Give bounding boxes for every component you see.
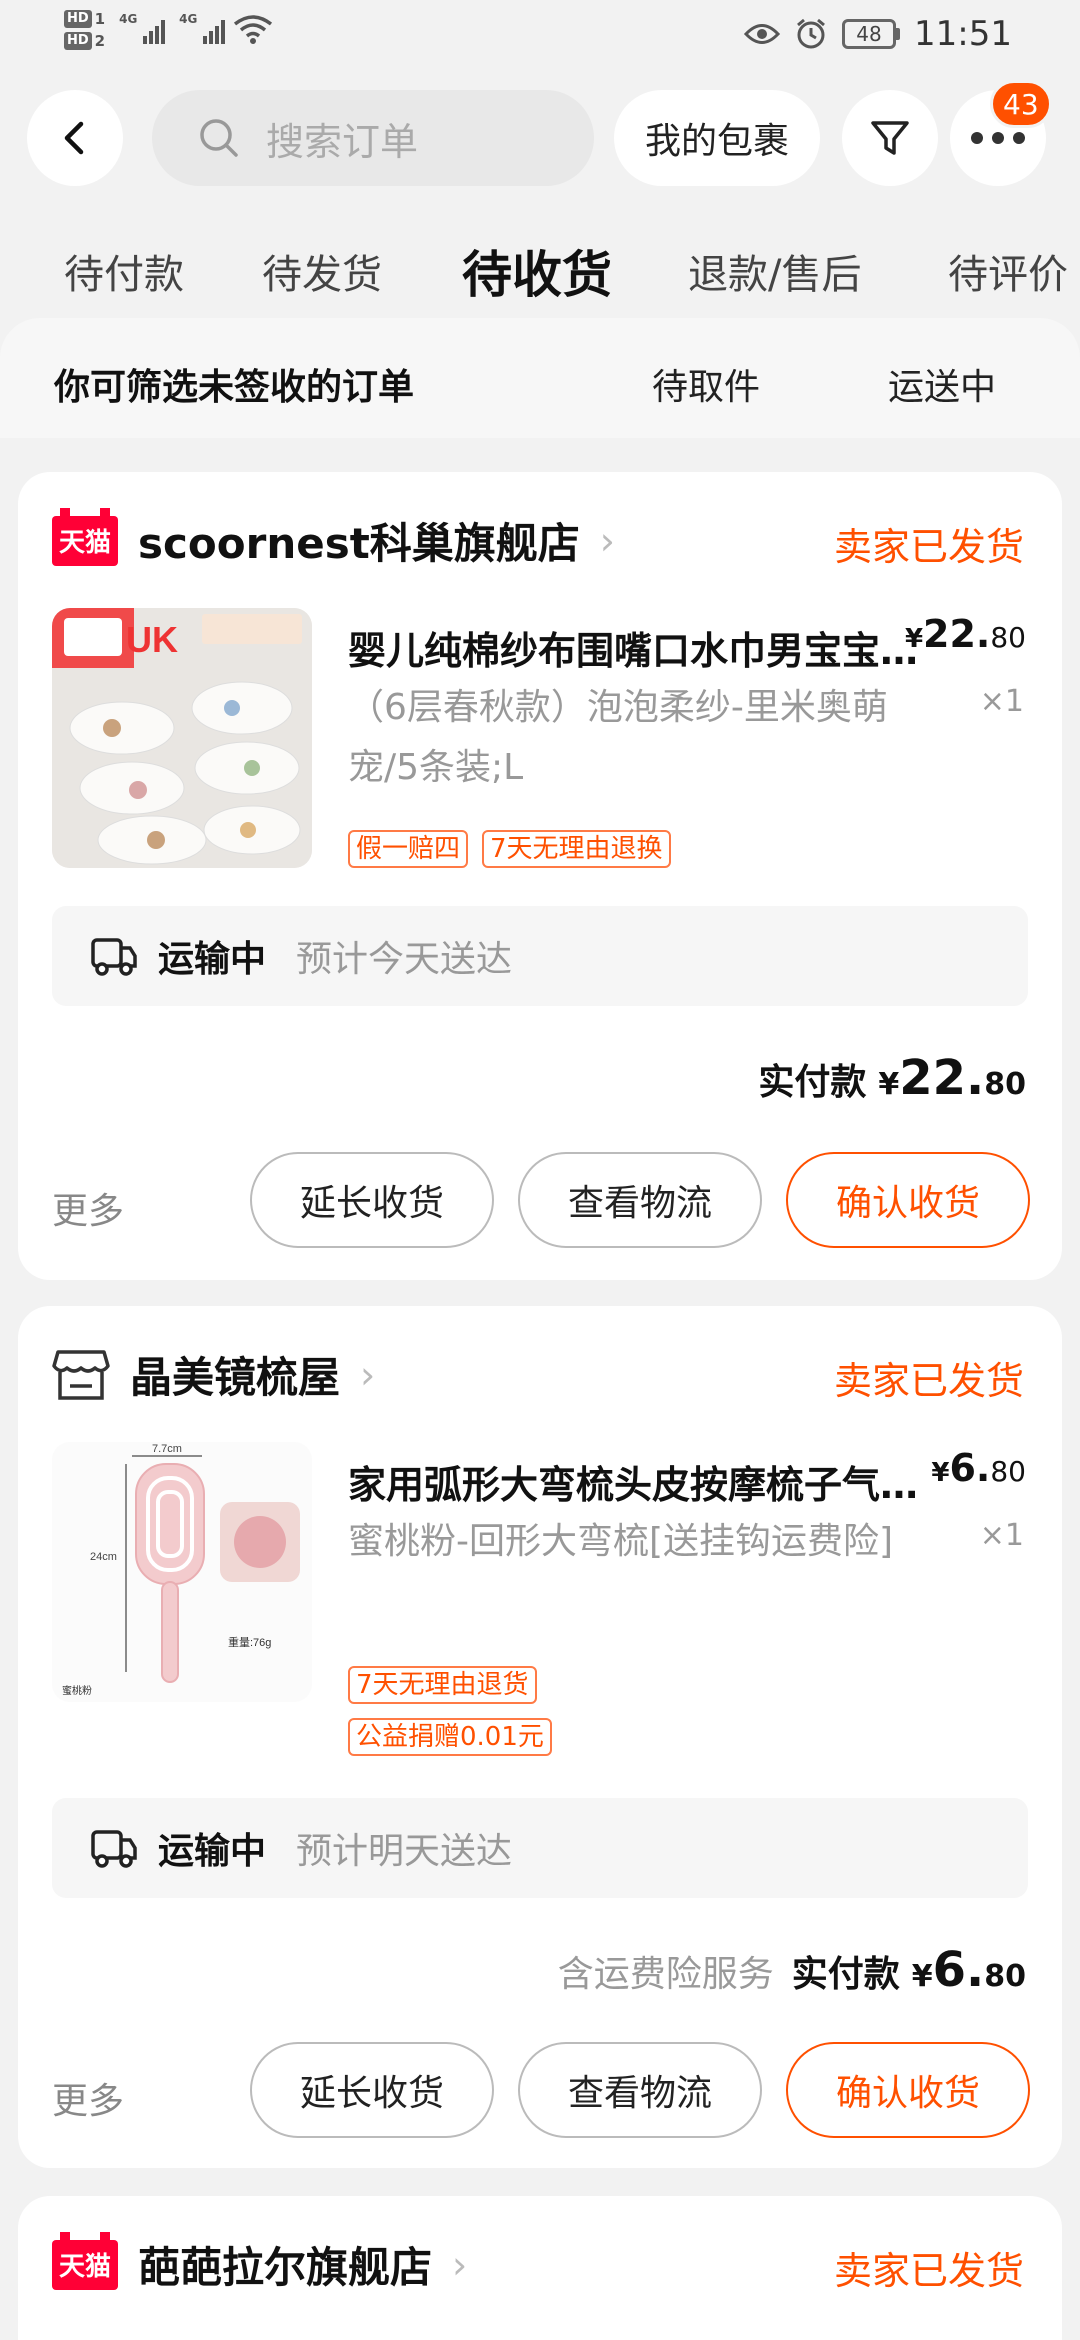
comb-product-image: 7.7cm 24cm 重量:76g 蜜桃粉 <box>52 1442 312 1702</box>
more-actions-link[interactable]: 更多 <box>52 2072 124 2124</box>
filter-chip-pickup[interactable]: 待取件 <box>652 358 760 410</box>
tab-pending-shipment[interactable]: 待发货 <box>262 240 382 310</box>
filter-button[interactable] <box>842 90 938 186</box>
battery-icon: 48 <box>842 19 901 49</box>
svg-text:24cm: 24cm <box>90 1551 117 1563</box>
order-card: 天猫 scoornest科巢旗舰店 › 卖家已发货 UK 婴儿纯棉纱布围嘴口水巾… <box>18 472 1062 1280</box>
quantity: ×1 <box>979 1518 1024 1553</box>
back-arrow-icon <box>64 121 84 155</box>
paid-amount: 含运费险服务 实付款 ¥6.80 <box>557 1942 1026 1998</box>
shop-header[interactable]: 天猫 葩葩拉尔旗舰店 › <box>52 2231 468 2295</box>
my-packages-button[interactable]: 我的包裹 <box>614 90 820 186</box>
chevron-right-icon: › <box>452 2242 468 2287</box>
chevron-right-icon: › <box>360 1352 376 1397</box>
paid-amount: 实付款 ¥22.80 <box>758 1050 1026 1106</box>
tab-refund-aftersale[interactable]: 退款/售后 <box>688 240 861 310</box>
order-card: 天猫 葩葩拉尔旗舰店 › 卖家已发货 <box>18 2196 1062 2340</box>
unit-price: ¥22.80 <box>904 612 1026 656</box>
order-tabs: 待付款 待发货 待收货 退款/售后 待评价 <box>0 240 1080 310</box>
svg-text:UK: UK <box>126 619 178 660</box>
shop-name: 葩葩拉尔旗舰店 <box>138 2243 433 2292</box>
back-button[interactable] <box>27 90 123 186</box>
alarm-icon <box>797 18 825 49</box>
store-icon <box>52 1349 110 1400</box>
hd1-indicator: HD 1 <box>64 10 105 28</box>
eye-icon <box>744 24 781 44</box>
filter-chip-in-transit[interactable]: 运送中 <box>888 358 996 410</box>
service-tag: 7天无理由退换 <box>482 830 671 868</box>
bib-product-image: UK <box>52 608 312 868</box>
extend-receipt-button[interactable]: 延长收货 <box>250 2042 494 2138</box>
product-title[interactable]: 婴儿纯棉纱布围嘴口水巾男宝宝女宝宝 <box>348 620 938 675</box>
order-status: 卖家已发货 <box>833 525 1024 569</box>
filter-panel: 你可筛选未签收的订单 待取件 运送中 <box>0 318 1080 438</box>
shop-header[interactable]: 晶美镜梳屋 › <box>52 1344 375 1405</box>
logistics-status: 运输中 <box>158 939 267 980</box>
filter-icon <box>871 121 909 155</box>
svg-text:7.7cm: 7.7cm <box>152 1443 182 1455</box>
logistics-status: 运输中 <box>158 1831 267 1872</box>
tab-pending-review[interactable]: 待评价 <box>948 240 1068 310</box>
logistics-eta: 预计今天送达 <box>296 939 513 980</box>
clock: 11:51 <box>914 14 1012 54</box>
product-spec: （6层春秋款）泡泡柔纱-里米奥萌宠/5条装;L <box>348 687 888 788</box>
tab-pending-payment[interactable]: 待付款 <box>64 240 184 310</box>
more-actions-link[interactable]: 更多 <box>52 1182 124 1234</box>
wifi-icon <box>234 15 273 44</box>
order-status: 卖家已发货 <box>833 1359 1024 1403</box>
tmall-logo-icon: 天猫 <box>52 507 118 566</box>
signal-icon-1: 4G <box>119 12 166 44</box>
logistics-eta: 预计明天送达 <box>296 1831 513 1872</box>
quantity: ×1 <box>979 684 1024 719</box>
logistics-bar[interactable]: 运输中 预计今天送达 <box>52 906 1028 1006</box>
unit-price: ¥6.80 <box>931 1446 1026 1490</box>
search-input[interactable]: 搜索订单 <box>152 90 594 186</box>
svg-text:蜜桃粉: 蜜桃粉 <box>62 1684 92 1697</box>
delivery-truck-icon <box>91 938 137 976</box>
product-thumbnail[interactable]: 7.7cm 24cm 重量:76g 蜜桃粉 <box>52 1442 312 1702</box>
tmall-logo-icon: 天猫 <box>52 2231 118 2290</box>
shop-name: 晶美镜梳屋 <box>130 1353 341 1402</box>
search-placeholder: 搜索订单 <box>266 119 419 164</box>
confirm-receipt-button[interactable]: 确认收货 <box>786 1152 1030 1248</box>
order-card: 晶美镜梳屋 › 卖家已发货 7.7cm 24cm 重量:76g 蜜桃粉 家用弧形… <box>18 1306 1062 2168</box>
chevron-right-icon: › <box>599 518 615 563</box>
confirm-receipt-button[interactable]: 确认收货 <box>786 2042 1030 2138</box>
filter-title: 你可筛选未签收的订单 <box>54 367 415 408</box>
status-right: 48 11:51 <box>744 14 1012 54</box>
message-badge: 43 <box>990 80 1052 128</box>
service-tags: 7天无理由退货 公益捐赠0.01元 <box>348 1666 552 1756</box>
more-dot-icon <box>1013 132 1025 144</box>
header: 搜索订单 我的包裹 <box>0 90 1080 186</box>
delivery-truck-icon <box>91 1830 137 1868</box>
product-title[interactable]: 家用弧形大弯梳头皮按摩梳子气囊梳 <box>348 1454 938 1509</box>
view-logistics-button[interactable]: 查看物流 <box>518 1152 762 1248</box>
more-dot-icon <box>992 132 1004 144</box>
product-thumbnail[interactable]: UK <box>52 608 312 868</box>
search-icon <box>200 119 238 157</box>
more-dot-icon <box>971 132 983 144</box>
service-tags: 假一赔四 7天无理由退换 <box>348 830 671 868</box>
service-tag: 7天无理由退货 <box>348 1666 537 1704</box>
service-tag: 公益捐赠0.01元 <box>348 1718 552 1756</box>
shop-header[interactable]: 天猫 scoornest科巢旗舰店 › <box>52 507 615 571</box>
service-tag: 假一赔四 <box>348 830 469 868</box>
signal-icon-2: 4G <box>179 12 226 44</box>
view-logistics-button[interactable]: 查看物流 <box>518 2042 762 2138</box>
status-bar: HD 1 HD 2 4G 4G 48 11:51 <box>0 0 1080 75</box>
extend-receipt-button[interactable]: 延长收货 <box>250 1152 494 1248</box>
insurance-note: 含运费险服务 <box>557 1954 774 1995</box>
logistics-bar[interactable]: 运输中 预计明天送达 <box>52 1798 1028 1898</box>
tab-pending-receipt[interactable]: 待收货 <box>462 240 612 310</box>
status-left: HD 1 HD 2 4G 4G <box>64 10 273 50</box>
shop-name: scoornest科巢旗舰店 <box>138 519 580 568</box>
order-status: 卖家已发货 <box>833 2249 1024 2293</box>
product-spec: 蜜桃粉-回形大弯梳[送挂钩运费险] <box>348 1521 894 1562</box>
svg-text:重量:76g: 重量:76g <box>228 1635 271 1649</box>
hd2-indicator: HD 2 <box>64 32 105 50</box>
